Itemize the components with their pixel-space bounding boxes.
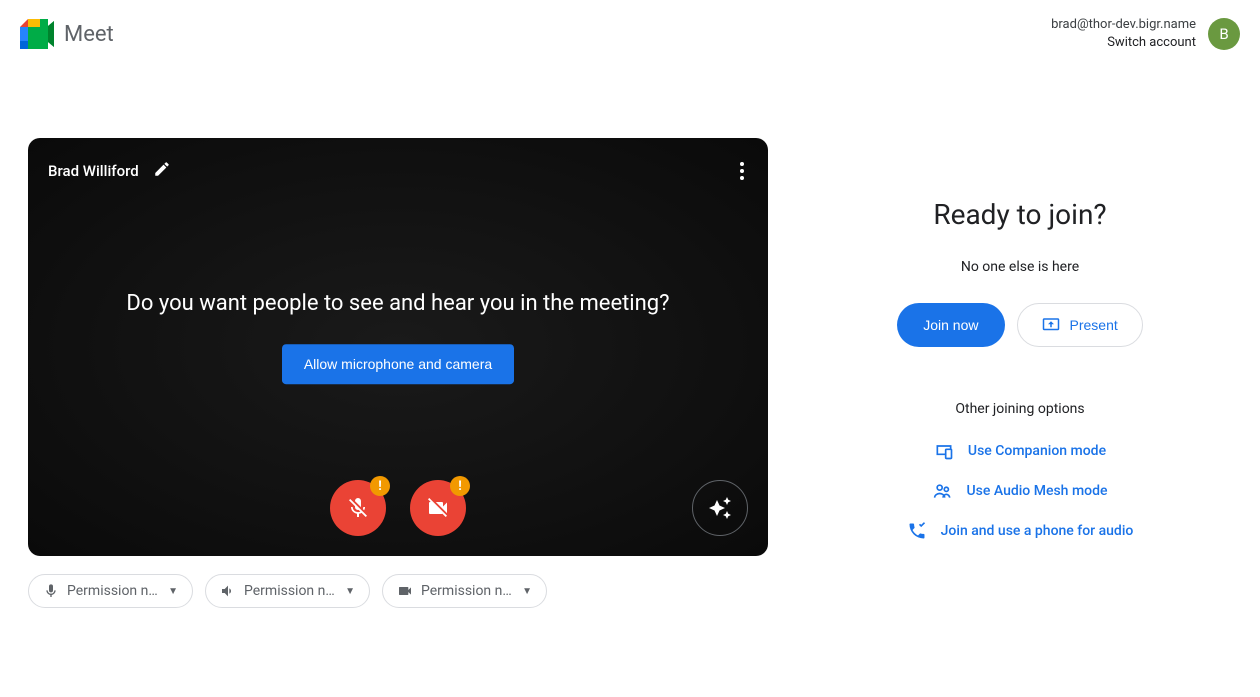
camera-device-label: Permission ne… xyxy=(421,583,514,599)
video-preview: Brad Williford Do you want people to see… xyxy=(28,138,768,556)
header: Meet brad@thor-dev.bigr.name Switch acco… xyxy=(0,0,1260,68)
audio-mesh-label: Use Audio Mesh mode xyxy=(967,483,1108,499)
join-buttons: Join now Present xyxy=(897,303,1143,347)
other-options-heading: Other joining options xyxy=(955,401,1084,417)
edit-name-icon[interactable] xyxy=(153,160,171,182)
switch-account-link[interactable]: Switch account xyxy=(1051,34,1196,52)
speaker-icon xyxy=(220,583,236,599)
camera-toggle-button[interactable]: ! xyxy=(410,480,466,536)
mic-toggle-button[interactable]: ! xyxy=(330,480,386,536)
preview-user-name: Brad Williford xyxy=(48,162,139,180)
present-button[interactable]: Present xyxy=(1017,303,1143,347)
mic-icon xyxy=(43,583,59,599)
speaker-device-selector[interactable]: Permission ne… ▼ xyxy=(205,574,370,608)
present-label: Present xyxy=(1070,317,1118,333)
audio-mesh-option[interactable]: Use Audio Mesh mode xyxy=(933,481,1108,501)
header-left: Meet xyxy=(20,19,114,49)
permission-prompt: Do you want people to see and hear you i… xyxy=(65,292,731,385)
audio-mesh-icon xyxy=(933,481,953,501)
speaker-device-label: Permission ne… xyxy=(244,583,337,599)
mic-device-label: Permission ne… xyxy=(67,583,160,599)
participants-status: No one else is here xyxy=(961,259,1079,275)
meet-logo-icon xyxy=(20,19,56,49)
camera-warning-badge-icon: ! xyxy=(450,476,470,496)
camera-device-selector[interactable]: Permission ne… ▼ xyxy=(382,574,547,608)
chevron-down-icon: ▼ xyxy=(345,586,355,597)
more-options-icon[interactable] xyxy=(736,158,748,184)
visual-effects-button[interactable] xyxy=(692,480,748,536)
account-info: brad@thor-dev.bigr.name Switch account xyxy=(1051,16,1196,52)
avatar[interactable]: B xyxy=(1208,18,1240,50)
phone-label: Join and use a phone for audio xyxy=(941,523,1134,539)
present-icon xyxy=(1042,316,1060,334)
user-email: brad@thor-dev.bigr.name xyxy=(1051,16,1196,34)
preview-top-bar: Brad Williford xyxy=(48,158,748,184)
join-now-button[interactable]: Join now xyxy=(897,303,1004,347)
preview-controls: ! ! xyxy=(28,480,768,536)
join-title: Ready to join? xyxy=(933,198,1106,231)
preview-column: Brad Williford Do you want people to see… xyxy=(28,138,768,608)
device-selector-row: Permission ne… ▼ Permission ne… ▼ Permis… xyxy=(28,574,768,608)
allow-mic-camera-button[interactable]: Allow microphone and camera xyxy=(282,345,514,385)
product-name: Meet xyxy=(64,22,114,47)
join-column: Ready to join? No one else is here Join … xyxy=(808,138,1232,608)
phone-audio-option[interactable]: Join and use a phone for audio xyxy=(907,521,1134,541)
header-right: brad@thor-dev.bigr.name Switch account B xyxy=(1051,16,1240,52)
companion-icon xyxy=(934,441,954,461)
preview-user-name-row: Brad Williford xyxy=(48,160,171,182)
phone-icon xyxy=(907,521,927,541)
mic-device-selector[interactable]: Permission ne… ▼ xyxy=(28,574,193,608)
permission-heading: Do you want people to see and hear you i… xyxy=(65,292,731,317)
chevron-down-icon: ▼ xyxy=(168,586,178,597)
camera-icon xyxy=(397,583,413,599)
mic-warning-badge-icon: ! xyxy=(370,476,390,496)
companion-label: Use Companion mode xyxy=(968,443,1106,459)
chevron-down-icon: ▼ xyxy=(522,586,532,597)
companion-mode-option[interactable]: Use Companion mode xyxy=(934,441,1106,461)
main-content: Brad Williford Do you want people to see… xyxy=(0,138,1260,608)
